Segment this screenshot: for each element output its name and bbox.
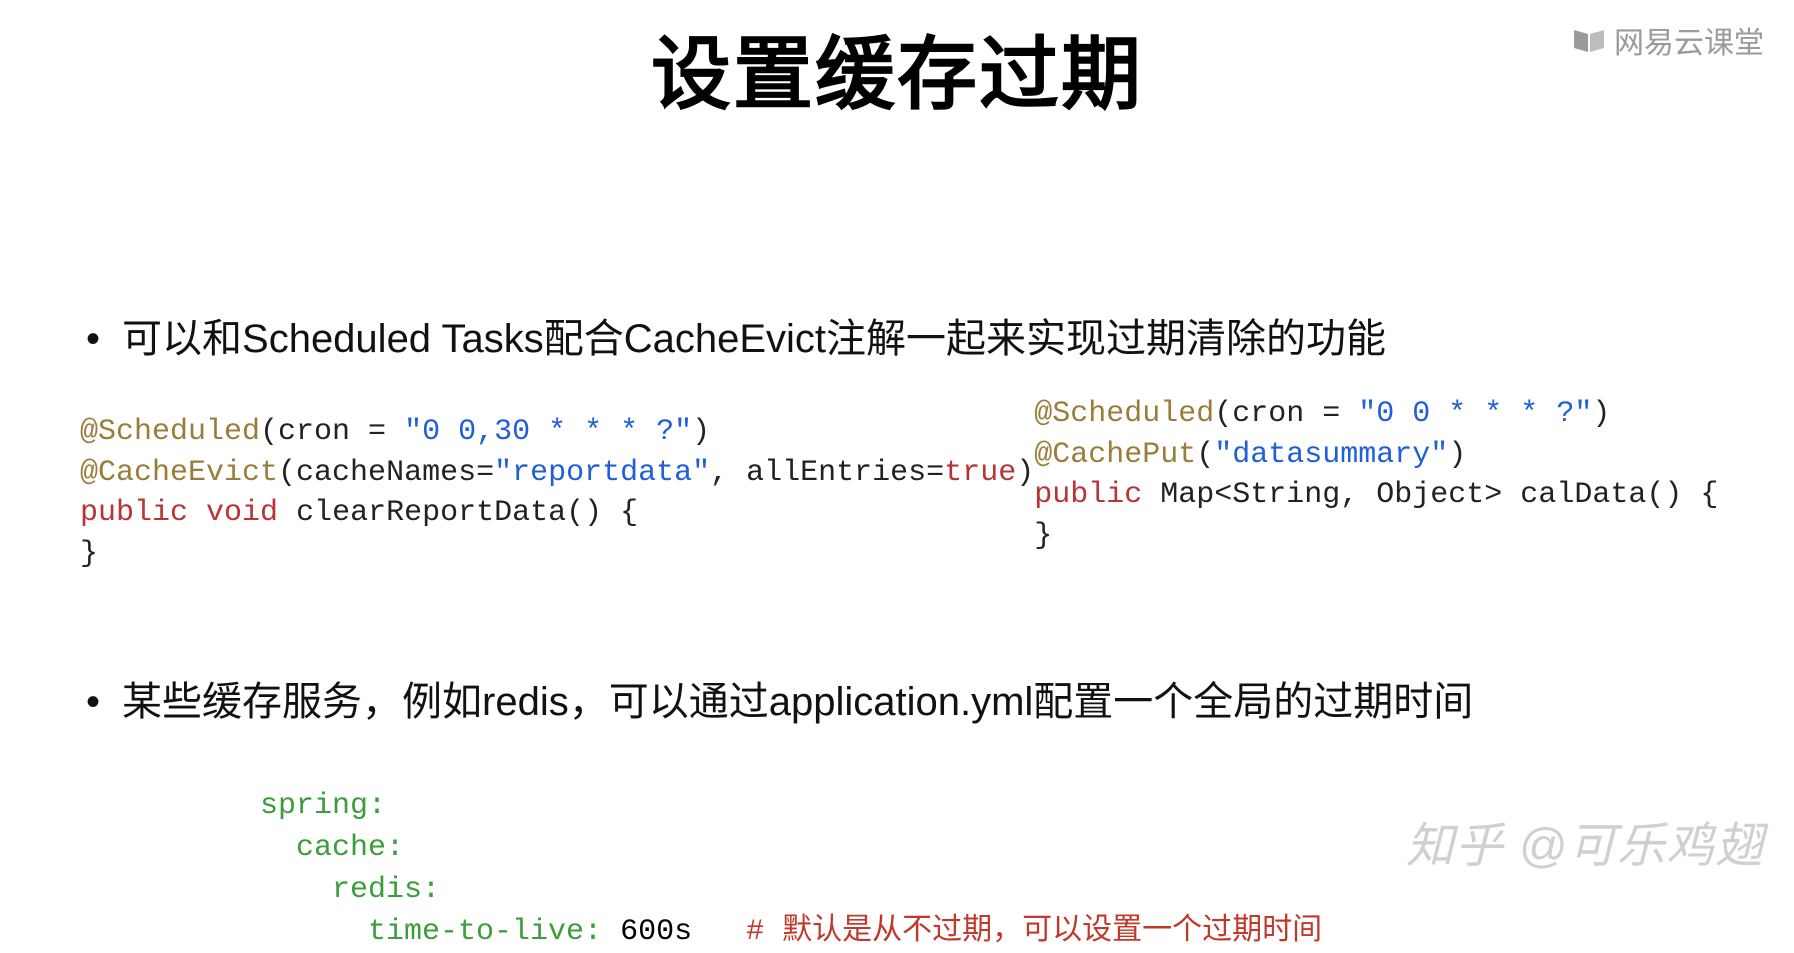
yaml-code-block: spring: cache: redis: time-to-live: 600s… — [260, 785, 1734, 953]
bullet-dot-icon: • — [86, 674, 100, 730]
page-title: 设置缓存过期 — [0, 0, 1794, 126]
code-examples-row: @Scheduled(cron = "0 0,30 * * * ?") @Cac… — [60, 412, 1734, 574]
bullet-item-1: • 可以和Scheduled Tasks配合CacheEvict注解一起来实现过… — [86, 311, 1734, 367]
code-block-right: @Scheduled(cron = "0 0 * * * ?") @CacheP… — [1034, 394, 1718, 574]
bullet-item-2: • 某些缓存服务，例如redis，可以通过application.yml配置一个… — [86, 674, 1734, 730]
bullet-dot-icon: • — [86, 311, 100, 367]
brand-logo: 网易云课堂 — [1572, 18, 1764, 62]
brand-text: 网易云课堂 — [1614, 18, 1764, 62]
code-block-left: @Scheduled(cron = "0 0,30 * * * ?") @Cac… — [80, 412, 1034, 574]
bullet-text-1: 可以和Scheduled Tasks配合CacheEvict注解一起来实现过期清… — [122, 311, 1386, 367]
book-icon — [1572, 26, 1606, 54]
bullet-text-2: 某些缓存服务，例如redis，可以通过application.yml配置一个全局… — [122, 674, 1473, 730]
